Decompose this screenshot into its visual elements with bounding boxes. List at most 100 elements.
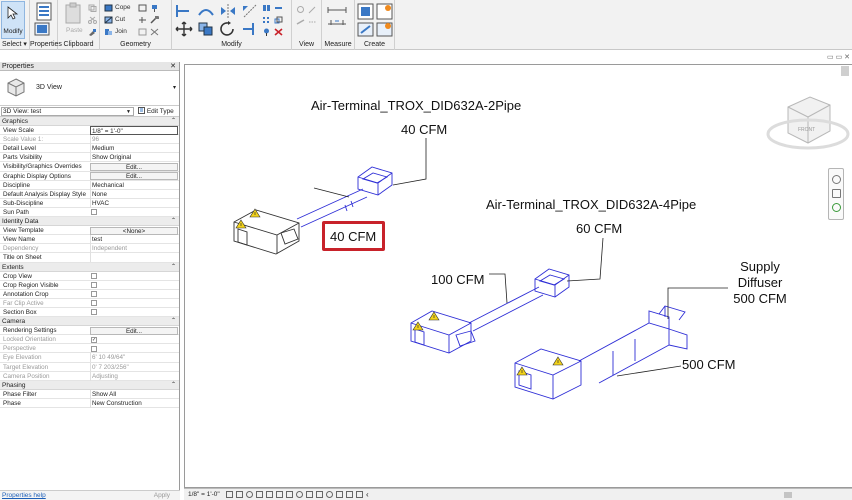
steering-wheel-icon[interactable] (832, 175, 841, 184)
offset-icon[interactable] (197, 3, 215, 19)
duct-network-1[interactable] (296, 166, 393, 228)
property-edit-button[interactable]: Edit... (90, 326, 178, 335)
measure-icon[interactable] (327, 6, 347, 14)
join-label[interactable]: Join (115, 28, 127, 35)
property-edit-button[interactable]: Edit... (90, 172, 178, 181)
cope-label[interactable]: Cope (115, 4, 131, 11)
scale-icon[interactable] (274, 16, 283, 24)
collapse-icon[interactable]: ⌃ (171, 117, 176, 126)
type-dropdown-icon[interactable]: ▾ (173, 84, 176, 91)
trim-icon[interactable] (241, 21, 259, 37)
demolish-icon[interactable] (150, 16, 159, 24)
collapse-icon[interactable]: ⌃ (171, 317, 176, 326)
split-face-icon[interactable] (138, 4, 147, 12)
copy-icon[interactable] (88, 4, 97, 12)
unjoin-icon[interactable] (150, 28, 159, 36)
create-similar-icon[interactable] (376, 22, 393, 37)
detail-level-icon[interactable] (226, 491, 233, 498)
close-icon[interactable]: ✕ (170, 62, 176, 71)
3d-viewport[interactable]: FRONT Air-Terminal_TROX_DID632A-2Pipe 40… (184, 64, 852, 488)
hide-bulb-icon[interactable] (296, 6, 305, 14)
pin-icon[interactable] (262, 28, 271, 36)
delete-icon[interactable] (274, 28, 283, 36)
paint-icon[interactable] (150, 4, 159, 12)
hidden-line-icon[interactable] (308, 18, 317, 26)
section-header[interactable]: Phasing ⌃ (0, 380, 179, 390)
property-checkbox[interactable] (91, 209, 97, 216)
align-icon[interactable] (175, 3, 193, 19)
property-value[interactable]: Medium (90, 144, 178, 154)
array-icon[interactable] (262, 16, 271, 24)
match-properties-icon[interactable] (88, 28, 97, 36)
property-value[interactable]: New Construction (90, 398, 178, 408)
collapse-icon[interactable]: ⌃ (171, 263, 176, 272)
property-value[interactable]: HVAC (90, 198, 178, 208)
instance-filter-select[interactable]: 3D View: test ▼ (1, 107, 134, 116)
linework-icon[interactable] (296, 18, 305, 26)
viewcube[interactable]: FRONT (766, 96, 850, 150)
show-crop-icon[interactable] (286, 491, 293, 498)
property-value[interactable]: Mechanical (90, 180, 178, 190)
cut-geometry-label[interactable]: Cut (115, 16, 125, 23)
lock-view-icon[interactable] (296, 491, 303, 498)
property-value[interactable]: test (90, 235, 178, 245)
paste-icon[interactable] (64, 2, 82, 26)
orbit-icon[interactable] (832, 203, 841, 212)
modify-button[interactable]: Modify (1, 1, 25, 39)
property-checkbox[interactable] (91, 282, 97, 289)
override-icon[interactable] (308, 6, 317, 14)
properties-help-link[interactable]: Properties help (2, 492, 46, 499)
section-header[interactable]: Extents ⌃ (0, 262, 179, 272)
property-value[interactable] (90, 253, 178, 263)
edit-type-button[interactable]: Edit Type (138, 107, 178, 116)
horizontal-scrollbar[interactable] (784, 492, 792, 498)
worksharing-icon[interactable] (326, 491, 333, 498)
mirror-axis-icon[interactable] (219, 3, 237, 19)
rotate-icon[interactable] (219, 21, 237, 37)
property-edit-button[interactable]: <None> (90, 226, 178, 235)
create-group-icon[interactable] (357, 22, 374, 37)
cope-icon[interactable] (104, 4, 113, 12)
cut-icon[interactable] (88, 16, 97, 24)
split-gap-icon[interactable] (274, 4, 283, 12)
constraints-icon[interactable] (356, 491, 363, 498)
duct-network-3[interactable] (514, 305, 688, 400)
type-properties-icon[interactable] (34, 22, 50, 36)
join-icon[interactable] (104, 28, 113, 36)
property-checkbox[interactable] (91, 273, 97, 280)
sun-path-icon[interactable] (246, 491, 253, 498)
property-edit-button[interactable]: Edit... (90, 162, 178, 171)
properties-icon[interactable] (34, 2, 56, 22)
section-header[interactable]: Identity Data ⌃ (0, 217, 179, 227)
crop-view-icon[interactable] (276, 491, 283, 498)
section-header[interactable]: Camera ⌃ (0, 317, 179, 327)
create-assembly-icon[interactable] (357, 3, 374, 20)
dimension-icon[interactable] (327, 18, 347, 26)
reveal-hidden-icon[interactable] (316, 491, 323, 498)
collapse-icon[interactable]: ⌃ (171, 381, 176, 390)
analytical-model-icon[interactable] (336, 491, 343, 498)
split-icon[interactable] (262, 4, 271, 12)
vertical-scrollbar[interactable] (841, 66, 849, 76)
property-value[interactable]: None (90, 189, 178, 199)
type-selector[interactable]: 3D View ▾ (0, 71, 179, 106)
property-checkbox[interactable] (91, 291, 97, 298)
move-icon[interactable] (175, 21, 193, 37)
cut-geometry-icon[interactable] (104, 16, 113, 24)
copy-element-icon[interactable] (197, 21, 215, 37)
air-terminal-box-1[interactable] (233, 209, 300, 255)
mirror-draw-icon[interactable] (241, 3, 259, 19)
property-value[interactable]: Show Original (90, 153, 178, 163)
wall-joins-icon[interactable] (138, 16, 147, 24)
visual-style-icon[interactable] (236, 491, 243, 498)
shadows-icon[interactable] (256, 491, 263, 498)
render-icon[interactable] (266, 491, 273, 498)
temporary-hide-icon[interactable] (306, 491, 313, 498)
property-checkbox[interactable] (91, 309, 97, 316)
property-value[interactable]: Show All (90, 389, 178, 399)
view-scale-selector[interactable]: 1/8" = 1'-0" (188, 491, 220, 498)
apply-button[interactable]: Apply (154, 492, 170, 499)
property-value[interactable]: 1/8" = 1'-0" (90, 126, 178, 136)
create-parts-icon[interactable] (376, 3, 393, 20)
remove-paint-icon[interactable] (138, 28, 147, 36)
